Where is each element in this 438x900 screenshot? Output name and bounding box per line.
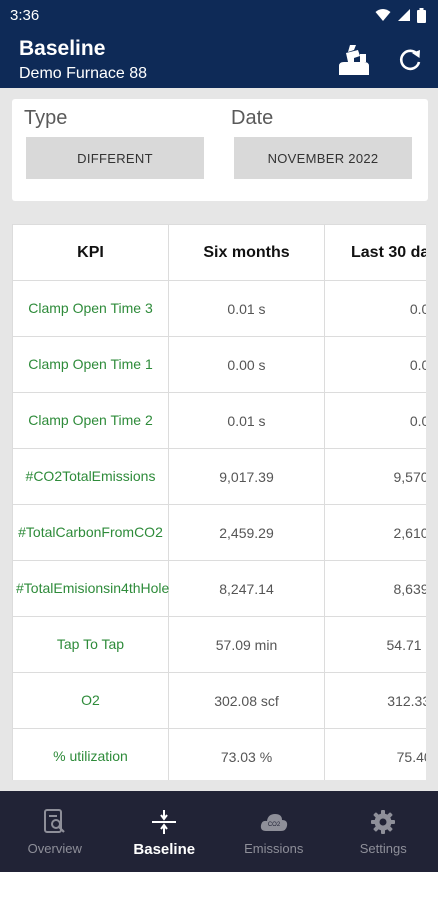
six-months-value: 73.03 % [168, 728, 325, 780]
nav-item-settings[interactable]: Settings [329, 791, 438, 872]
column-header-six-months: Six months [168, 224, 325, 281]
column-header-kpi: KPI [12, 224, 169, 281]
table-header-row: KPI Six months Last 30 da [12, 224, 426, 281]
kpi-name: #CO2TotalEmissions [12, 448, 169, 505]
last-30-days-value: 2,610.20 [324, 504, 426, 561]
kpi-name: Tap To Tap [12, 616, 169, 673]
refresh-button[interactable] [390, 40, 430, 80]
six-months-value: 57.09 min [168, 616, 325, 673]
co2-cloud-icon: CO2 [260, 814, 287, 831]
kpi-name: Clamp Open Time 3 [12, 280, 169, 337]
type-label: Type [24, 107, 68, 129]
kpi-table-card[interactable]: KPI Six months Last 30 da Clamp Open Tim… [12, 224, 426, 780]
date-select-button[interactable]: NOVEMBER 2022 [234, 137, 412, 179]
last-30-days-value: 0.00 s [324, 280, 426, 337]
last-30-days-value: 0.00 s [324, 392, 426, 449]
last-30-days-value: 0.00 s [324, 336, 426, 393]
table-row: O2 302.08 scf 312.33 sc [12, 672, 426, 729]
gear-icon [371, 810, 396, 834]
kpi-name: Clamp Open Time 2 [12, 392, 169, 449]
nav-label-settings: Settings [359, 841, 407, 856]
gesture-bar [0, 872, 438, 900]
last-30-days-value: 54.71 min [324, 616, 426, 673]
table-row: Clamp Open Time 3 0.01 s 0.00 s [12, 280, 426, 337]
date-label: Date [231, 107, 274, 129]
furnace-name: Demo Furnace 88 [19, 65, 148, 82]
kpi-name: O2 [12, 672, 169, 729]
table-row: % utilization 73.03 % 75.40 % [12, 728, 426, 780]
six-months-value: 0.01 s [168, 280, 325, 337]
six-months-value: 0.00 s [168, 336, 325, 393]
column-header-last-30-days: Last 30 da [324, 224, 426, 281]
baseline-icon [152, 810, 177, 834]
battery-icon [417, 7, 426, 23]
last-30-days-value: 9,570.75 [324, 448, 426, 505]
table-row: Clamp Open Time 1 0.00 s 0.00 s [12, 336, 426, 393]
last-30-days-value: 75.40 % [324, 728, 426, 780]
status-bar: 3:36 [0, 0, 438, 30]
nav-label-emissions: Emissions [244, 841, 304, 856]
six-months-value: 0.01 s [168, 392, 325, 449]
six-months-value: 2,459.29 [168, 504, 325, 561]
refresh-icon [399, 49, 421, 71]
nav-item-overview[interactable]: Overview [0, 791, 110, 872]
kpi-name: #TotalEmisionsin4thHole [12, 560, 169, 617]
status-time: 3:36 [10, 6, 40, 24]
kpi-name: #TotalCarbonFromCO2 [12, 504, 169, 561]
last-30-days-value: 8,639.31 [324, 560, 426, 617]
page-title: Baseline [19, 37, 106, 60]
six-months-value: 8,247.14 [168, 560, 325, 617]
bottom-navigation: Overview Baseline CO2 Emissions Settings [0, 791, 438, 872]
wifi-icon [375, 9, 391, 21]
nav-item-emissions[interactable]: CO2 Emissions [219, 791, 329, 872]
signal-icon [398, 9, 410, 21]
table-row: Clamp Open Time 2 0.01 s 0.00 s [12, 392, 426, 449]
nav-label-overview: Overview [27, 841, 82, 856]
status-icons [375, 7, 426, 23]
furnace-button[interactable] [334, 40, 374, 80]
six-months-value: 302.08 scf [168, 672, 325, 729]
kpi-name: % utilization [12, 728, 169, 780]
furnace-icon [339, 45, 369, 75]
six-months-value: 9,017.39 [168, 448, 325, 505]
nav-item-baseline[interactable]: Baseline [110, 791, 220, 872]
table-row: #TotalCarbonFromCO2 2,459.29 2,610.20 [12, 504, 426, 561]
last-30-days-value: 312.33 sc [324, 672, 426, 729]
kpi-table: KPI Six months Last 30 da Clamp Open Tim… [12, 224, 426, 780]
table-row: Tap To Tap 57.09 min 54.71 min [12, 616, 426, 673]
nav-label-baseline: Baseline [133, 841, 196, 858]
kpi-name: Clamp Open Time 1 [12, 336, 169, 393]
report-icon [43, 809, 65, 833]
table-row: #TotalEmisionsin4thHole 8,247.14 8,639.3… [12, 560, 426, 617]
table-row: #CO2TotalEmissions 9,017.39 9,570.75 [12, 448, 426, 505]
app-bar: Baseline Demo Furnace 88 [0, 30, 438, 88]
filter-card: Type DIFFERENT Date NOVEMBER 2022 [12, 99, 428, 201]
type-select-button[interactable]: DIFFERENT [26, 137, 204, 179]
svg-text:CO2: CO2 [268, 822, 281, 828]
